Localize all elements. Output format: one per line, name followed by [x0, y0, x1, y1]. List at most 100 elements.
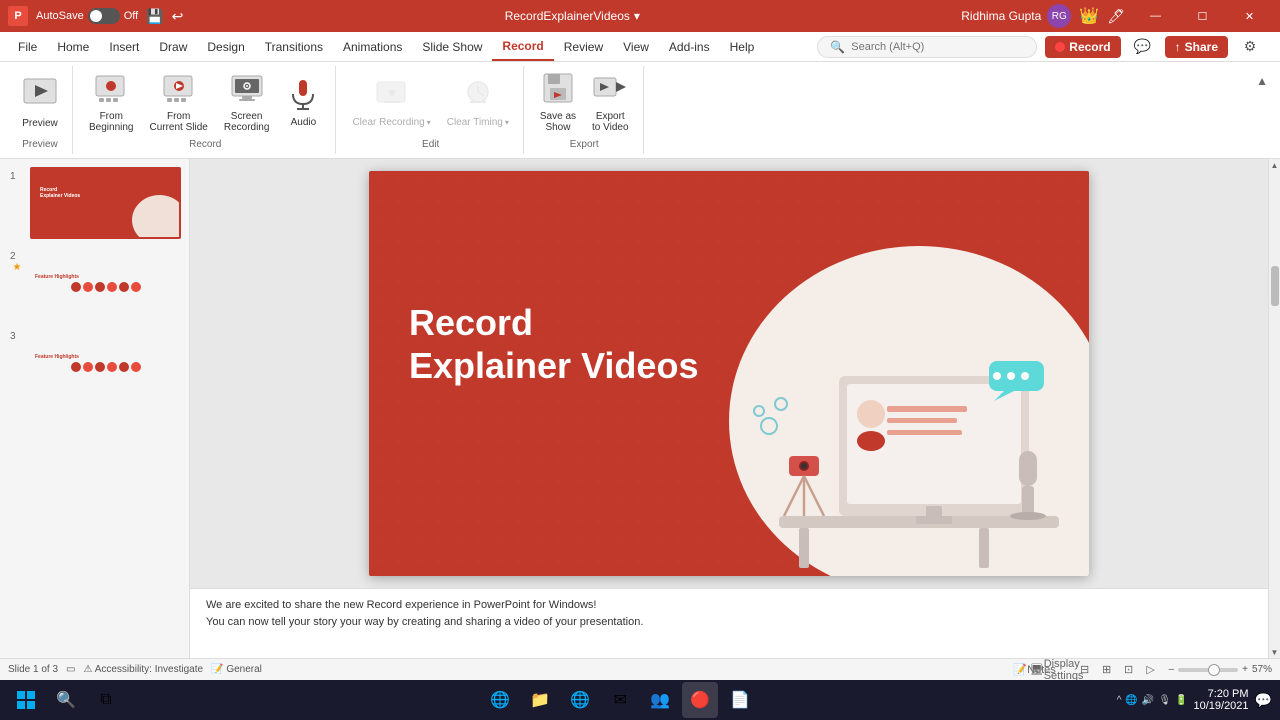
- slide-info: Slide 1 of 3: [8, 664, 58, 675]
- mic-icon[interactable]: 🎙: [1158, 695, 1171, 706]
- tab-review[interactable]: Review: [554, 32, 613, 61]
- taskbar-left: 🔍 ⧉: [8, 682, 124, 718]
- save-as-show-button[interactable]: Save asShow: [534, 66, 582, 137]
- ribbon-group-record: FromBeginning FromCurrent: [75, 66, 336, 154]
- from-current-button[interactable]: FromCurrent Slide: [143, 66, 213, 137]
- volume-icon[interactable]: 🔊: [1142, 695, 1154, 706]
- slide-thumb-frame-1[interactable]: RecordExplainer Videos: [30, 167, 181, 239]
- taskbar-chrome[interactable]: 🌐: [482, 682, 518, 718]
- ribbon-right-controls: 🔍 Record 💬 ↑ Share ⚙: [817, 33, 1272, 61]
- task-view-button[interactable]: ⧉: [88, 682, 124, 718]
- zoom-slider[interactable]: [1178, 668, 1238, 672]
- tab-home[interactable]: Home: [47, 32, 99, 61]
- taskbar-word[interactable]: 📄: [722, 682, 758, 718]
- taskbar-search[interactable]: 🔍: [48, 682, 84, 718]
- taskbar-teams[interactable]: 👥: [642, 682, 678, 718]
- taskbar-edge[interactable]: 🌐: [562, 682, 598, 718]
- slide-sorter-button[interactable]: ⊞: [1097, 662, 1117, 678]
- tab-transitions[interactable]: Transitions: [255, 32, 333, 61]
- maximize-button[interactable]: ☐: [1180, 0, 1225, 32]
- ribbon: File Home Insert Draw Design Transitions…: [0, 32, 1280, 159]
- tab-view[interactable]: View: [613, 32, 659, 61]
- pen-icon[interactable]: 🖊: [1107, 8, 1125, 25]
- edit-items: Clear Recording ▾ Clear Timing ▾: [346, 66, 514, 137]
- scroll-down-arrow[interactable]: ▼: [1269, 646, 1280, 658]
- notification-icon[interactable]: 💬: [1255, 692, 1272, 709]
- clear-timing-button[interactable]: Clear Timing ▾: [441, 72, 515, 132]
- autosave-state: Off: [124, 10, 138, 22]
- tab-file[interactable]: File: [8, 32, 47, 61]
- scrollbar-thumb[interactable]: [1271, 266, 1279, 306]
- slide-wrapper: Record Explainer Videos: [369, 171, 1089, 576]
- date: 10/19/2021: [1193, 700, 1248, 712]
- minimize-button[interactable]: —: [1133, 0, 1178, 32]
- comment-button[interactable]: 💬: [1129, 33, 1157, 61]
- audio-icon: [285, 76, 321, 115]
- taskbar-powerpoint[interactable]: 🔴: [682, 682, 718, 718]
- preview-button[interactable]: Preview: [16, 71, 64, 133]
- slide-thumbnail-3[interactable]: 3 Feature Highlights: [8, 327, 181, 399]
- autosave-toggle[interactable]: [88, 8, 120, 24]
- close-button[interactable]: ✕: [1227, 0, 1272, 32]
- tab-insert[interactable]: Insert: [99, 32, 149, 61]
- scrollbar-track[interactable]: [1269, 171, 1280, 646]
- search-bar[interactable]: 🔍: [817, 36, 1037, 58]
- clear-recording-button[interactable]: Clear Recording ▾: [346, 72, 436, 132]
- normal-view-button[interactable]: ⊟: [1075, 662, 1095, 678]
- from-beginning-label: FromBeginning: [89, 111, 133, 133]
- slide-thumb-img-3: Feature Highlights: [32, 329, 179, 397]
- ribbon-group-edit: Clear Recording ▾ Clear Timing ▾: [338, 66, 523, 154]
- tab-help[interactable]: Help: [720, 32, 765, 61]
- export-to-video-button[interactable]: Exportto Video: [586, 66, 635, 137]
- status-bar: Slide 1 of 3 ▭ ⚠ Accessibility: Investig…: [0, 658, 1280, 680]
- slide-thumb-frame-3[interactable]: Feature Highlights: [30, 327, 181, 399]
- dropdown-icon[interactable]: ▾: [634, 9, 640, 23]
- clear-recording-icon: [374, 76, 410, 115]
- slide-num-2: 2: [10, 247, 24, 262]
- crown-icon[interactable]: 👑: [1079, 6, 1099, 26]
- screen-recording-button[interactable]: ScreenRecording: [218, 66, 276, 137]
- taskbar-mail[interactable]: ✉: [602, 682, 638, 718]
- reading-view-button[interactable]: ⊡: [1119, 662, 1139, 678]
- network-icon[interactable]: 🌐: [1125, 695, 1137, 706]
- save-as-show-icon: [540, 70, 576, 109]
- display-settings-button[interactable]: 🖥 Display Settings: [1047, 662, 1067, 678]
- record-button[interactable]: Record: [1045, 36, 1120, 58]
- slide-title-line2: Explainer Videos: [409, 344, 698, 387]
- tray-expand[interactable]: ^: [1117, 695, 1122, 706]
- tab-slideshow[interactable]: Slide Show: [412, 32, 492, 61]
- accessibility-status[interactable]: ⚠ Accessibility: Investigate: [84, 664, 204, 675]
- taskbar-explorer[interactable]: 📁: [522, 682, 558, 718]
- screen-recording-label: ScreenRecording: [224, 111, 270, 133]
- share-button[interactable]: ↑ Share: [1165, 36, 1228, 58]
- ribbon-tab-row: File Home Insert Draw Design Transitions…: [0, 32, 1280, 62]
- presenter-view-button[interactable]: ▷: [1141, 662, 1161, 678]
- autosave-control[interactable]: AutoSave Off: [36, 8, 138, 24]
- slide-thumb-frame-2[interactable]: Feature Highlights: [30, 247, 181, 319]
- undo-icon[interactable]: ↩: [172, 8, 184, 25]
- zoom-in-icon[interactable]: +: [1242, 664, 1248, 675]
- tab-record[interactable]: Record: [492, 32, 553, 61]
- zoom-out-icon[interactable]: –: [1169, 664, 1175, 675]
- save-icon[interactable]: 💾: [146, 8, 163, 25]
- autosave-label: AutoSave: [36, 10, 84, 22]
- search-input[interactable]: [851, 41, 1024, 53]
- right-scrollbar[interactable]: ▲ ▼: [1268, 159, 1280, 658]
- settings-button[interactable]: ⚙: [1236, 33, 1264, 61]
- clear-recording-label: Clear Recording ▾: [352, 117, 430, 128]
- tab-addins[interactable]: Add-ins: [659, 32, 720, 61]
- start-button[interactable]: [8, 682, 44, 718]
- slide-thumbnail-2[interactable]: 2 ★ Feature Highlights: [8, 247, 181, 319]
- ribbon-collapse-button[interactable]: ▲: [1252, 70, 1272, 92]
- slide-thumbnail-1[interactable]: 1 RecordExplainer Videos: [8, 167, 181, 239]
- audio-button[interactable]: Audio: [279, 72, 327, 132]
- battery-icon[interactable]: 🔋: [1175, 695, 1187, 706]
- tab-draw[interactable]: Draw: [149, 32, 197, 61]
- status-left: Slide 1 of 3 ▭ ⚠ Accessibility: Investig…: [8, 664, 262, 675]
- export-to-video-icon: [592, 70, 628, 109]
- tab-animations[interactable]: Animations: [333, 32, 412, 61]
- scroll-up-arrow[interactable]: ▲: [1269, 159, 1280, 171]
- from-beginning-button[interactable]: FromBeginning: [83, 66, 139, 137]
- slide-num-3: 3: [10, 327, 24, 342]
- tab-design[interactable]: Design: [197, 32, 254, 61]
